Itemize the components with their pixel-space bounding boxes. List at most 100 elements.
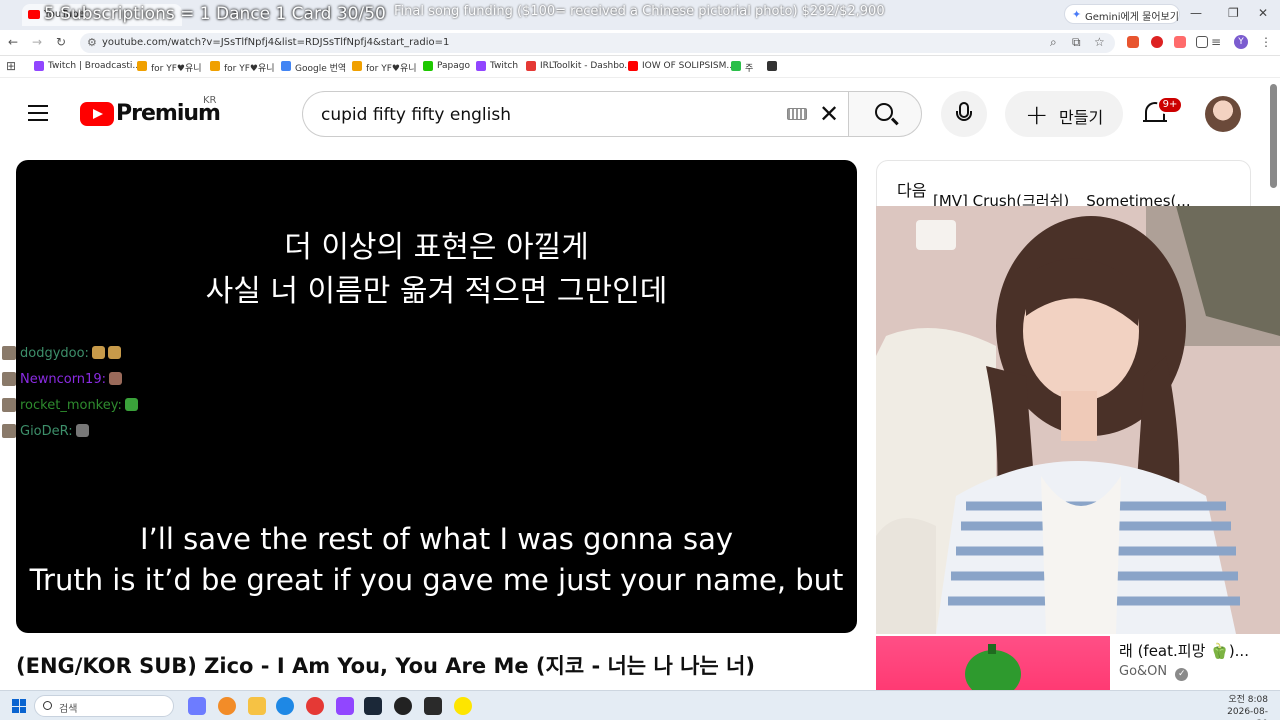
bookmark-item[interactable]: Twitch (476, 61, 518, 71)
bookmark-item[interactable]: Papago (423, 61, 470, 71)
youtube-header: Premium KR cupid fifty fifty english ✕ +… (0, 78, 1268, 150)
keyboard-icon[interactable] (787, 108, 807, 120)
extension-icon[interactable] (1151, 36, 1163, 48)
bookmark-item[interactable]: 주 (731, 61, 753, 74)
forward-icon[interactable]: → (32, 35, 42, 49)
menu-kebab-icon[interactable]: ⋮ (1260, 35, 1272, 49)
taskbar-search[interactable]: 검색 (34, 695, 174, 717)
channel-name: Go&ON (1119, 664, 1168, 679)
zoom-icon[interactable]: ⌕ (1050, 35, 1057, 50)
search-icon (43, 701, 52, 710)
korean-subtitle-line: 더 이상의 표현은 아낄게 (284, 230, 589, 265)
clock-time: 오전 8:08 (1228, 695, 1268, 705)
create-button[interactable]: + 만들기 (1005, 91, 1123, 137)
notification-badge: 9+ (1157, 96, 1183, 114)
chat-username: GioDeR: (20, 424, 89, 439)
bookmark-label: for YF♥유니 (151, 64, 202, 74)
chat-emote-icon (91, 346, 105, 359)
chat-username-text: dodgydoo: (20, 346, 89, 361)
bookmark-favicon-icon (34, 61, 44, 71)
bookmark-favicon-icon (281, 61, 291, 71)
bookmark-favicon-icon (423, 61, 433, 71)
search-button[interactable] (848, 91, 922, 137)
recommended-channel[interactable]: Go&ON ✓ (1119, 664, 1189, 681)
recommended-title[interactable]: 래 (feat.피망 🫑)... (1119, 640, 1249, 661)
bookmarks-bar: ⊞ Twitch | Broadcasti... for YF♥유니 for YF♥… (0, 56, 1280, 78)
url-text: youtube.com/watch?v=JSsTlfNpfj4&list=RDJ… (102, 37, 450, 48)
kakaotalk-icon[interactable] (454, 697, 472, 715)
bookmark-item[interactable]: Twitch | Broadcasti... (34, 61, 141, 71)
bookmark-star-icon[interactable]: ☆ (1094, 35, 1105, 49)
youtube-logo-icon[interactable] (80, 102, 114, 126)
search-app-icon[interactable] (218, 697, 236, 715)
menu-icon[interactable] (28, 105, 48, 121)
twitch-icon[interactable] (336, 697, 354, 715)
chat-user-badge-icon (2, 398, 16, 412)
plus-icon: + (1025, 98, 1049, 131)
extension-icon[interactable] (1127, 36, 1139, 48)
bookmark-item[interactable]: for YF♥유니 (352, 61, 417, 74)
bookmark-favicon-icon (731, 61, 741, 71)
url-field[interactable]: ⚙ youtube.com/watch?v=JSsTlfNpfj4&list=R… (80, 33, 1115, 53)
bookmark-favicon-icon (352, 61, 362, 71)
bookmark-item[interactable]: IOW OF SOLIPSISM... (628, 61, 735, 71)
chat-user-badge-icon (2, 372, 16, 386)
bookmark-label: 주 (745, 64, 754, 74)
chat-username-text: Newncorn19: (20, 372, 106, 387)
bookmark-label: Twitch | Broadcasti... (48, 61, 141, 71)
minimize-icon[interactable]: — (1190, 6, 1202, 20)
english-subtitle-line: Truth is it’d be great if you gave me ju… (29, 563, 844, 597)
system-clock[interactable]: 오전 8:08 2026-08-30 (1222, 694, 1268, 720)
bookmark-item[interactable]: IRLToolkit - Dashbo... (526, 61, 633, 71)
voice-search-button[interactable] (941, 91, 987, 137)
video-title: (ENG/KOR SUB) Zico - I Am You, You Are M… (16, 654, 755, 678)
bookmark-label: Google 번역 (295, 64, 347, 74)
profile-avatar[interactable]: Y (1234, 35, 1248, 49)
account-avatar[interactable] (1205, 96, 1241, 132)
pepper-thumbnail-image (965, 644, 1021, 690)
recommended-thumbnail[interactable] (876, 636, 1110, 690)
bookmark-favicon-icon (210, 61, 220, 71)
steam-icon[interactable] (364, 697, 382, 715)
extensions-puzzle-icon[interactable] (1196, 36, 1208, 48)
youtube-favicon-icon (28, 10, 40, 19)
reading-list-icon[interactable]: ≡ (1211, 35, 1221, 49)
chat-username: dodgydoo: (20, 346, 121, 361)
chrome-icon[interactable] (306, 697, 324, 715)
bookmark-favicon-icon (476, 61, 486, 71)
playlist-next-label: 다음 (897, 181, 927, 200)
search-box[interactable]: cupid fifty fifty english ✕ (302, 91, 848, 137)
site-info-icon[interactable]: ⚙ (87, 36, 97, 49)
taskbar-search-placeholder: 검색 (59, 704, 78, 715)
file-explorer-icon[interactable] (248, 697, 266, 715)
apps-grid-icon[interactable]: ⊞ (6, 59, 16, 73)
chat-emote-icon (108, 372, 122, 385)
screen: YouTube ✦ Gemini에게 물어보기 — ❐ ✕ 5 Subscrip… (0, 0, 1280, 720)
chat-user-badge-icon (2, 346, 16, 360)
extension-icon[interactable] (1174, 36, 1186, 48)
obs-icon[interactable] (394, 697, 412, 715)
restore-icon[interactable]: ❐ (1228, 6, 1239, 20)
close-window-icon[interactable]: ✕ (1258, 6, 1268, 20)
copilot-icon[interactable] (188, 697, 206, 715)
english-subtitle-line: I’ll save the rest of what I was gonna s… (140, 522, 733, 556)
chat-message: dodgydoo: (2, 344, 202, 370)
bookmark-label: for YF♥유니 (224, 64, 275, 74)
webcam-image (876, 206, 1280, 634)
reload-icon[interactable]: ↻ (56, 35, 66, 49)
app-icon[interactable] (424, 697, 442, 715)
bookmark-label: IOW OF SOLIPSISM... (642, 61, 735, 71)
search-input[interactable]: cupid fifty fifty english (321, 105, 511, 125)
gemini-label: Gemini에게 물어보기 (1085, 12, 1179, 23)
install-icon[interactable]: ⧉ (1072, 35, 1081, 50)
windows-start-icon[interactable] (12, 699, 26, 713)
clear-search-icon[interactable]: ✕ (819, 100, 839, 128)
edge-icon[interactable] (276, 697, 294, 715)
page-scrollbar[interactable] (1270, 84, 1277, 188)
bookmark-item[interactable]: Google 번역 (281, 61, 346, 74)
back-icon[interactable]: ← (8, 35, 18, 49)
gemini-button[interactable]: ✦ Gemini에게 물어보기 (1064, 4, 1180, 24)
bookmark-item[interactable]: for YF♥유니 (137, 61, 202, 74)
bookmark-item[interactable]: for YF♥유니 (210, 61, 275, 74)
chat-user-badge-icon (2, 424, 16, 438)
